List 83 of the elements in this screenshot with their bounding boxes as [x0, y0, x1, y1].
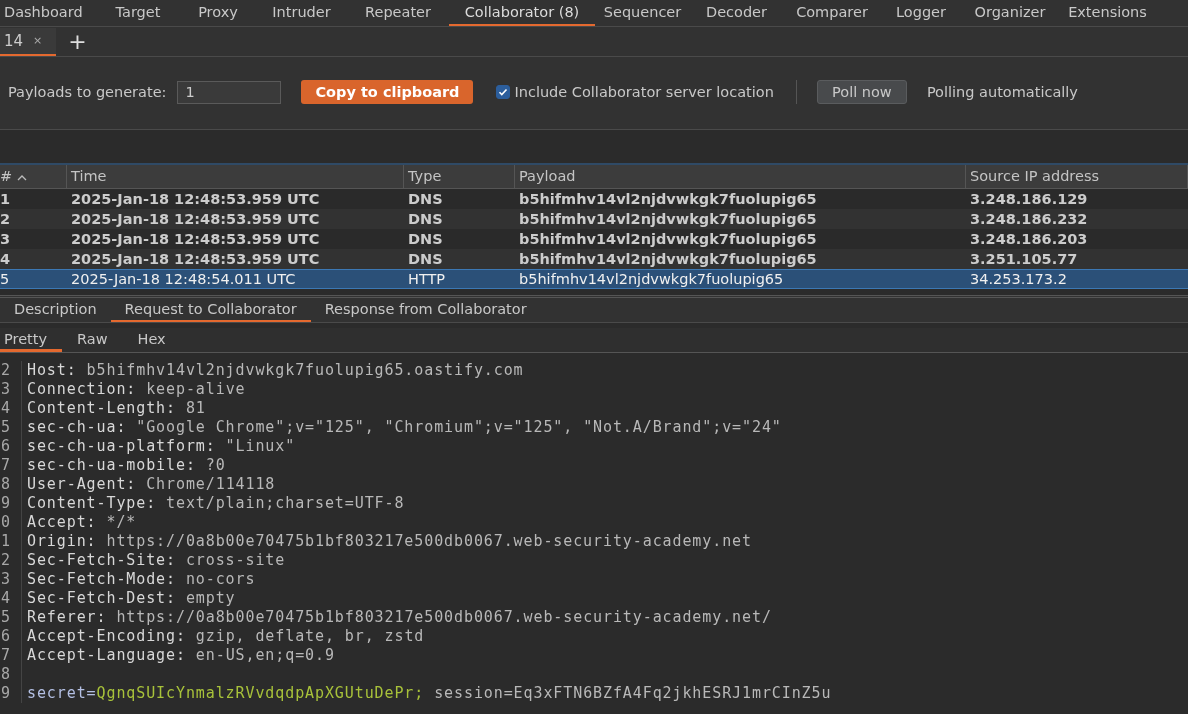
main-tab[interactable]: Target [96, 0, 180, 26]
copy-button[interactable]: Copy to clipboard [301, 80, 474, 104]
request-tab[interactable]: 14 × [0, 27, 57, 56]
view-tab[interactable]: Raw [62, 328, 123, 352]
code-line: Connection: keep-alive [27, 380, 246, 399]
code-line: Accept-Encoding: gzip, deflate, br, zstd [27, 627, 425, 646]
table-cell: 2025-Jan-18 12:48:53.959 UTC [67, 249, 404, 269]
code-line: User-Agent: Chrome/114118 [27, 475, 276, 494]
main-tab[interactable]: Extensions [1059, 0, 1156, 26]
code-line: sec-ch-ua: "Google Chrome";v="125", "Chromium";v="125", "Not.A/Brand";v="24" [27, 418, 782, 437]
line-number: 9 [0, 494, 22, 513]
checkbox-label: Include Collaborator server location [514, 84, 774, 100]
poll-button[interactable]: Poll now [816, 80, 907, 104]
code-line: secret=QgnqSUIcYnmalzRVvdqdpApXGUtuDePr; session=Eq3xFTN6BZfA4Fq2jkhESRJ1mrCInZ5u [27, 684, 832, 703]
code-line: Referer: https://0a8b00e70475b1bf803217e500db0067.web-security-academy.net/ [27, 608, 772, 627]
table-cell: b5hifmhv14vl2njdvwkgk7fuolupig65 [515, 269, 966, 289]
line-number: 5 [0, 418, 22, 437]
table-cell: 4 [0, 249, 67, 269]
line-number: 8 [0, 665, 22, 684]
check-icon [498, 87, 509, 97]
line-number: 4 [0, 589, 22, 608]
table-cell: DNS [404, 209, 515, 229]
table-cell: 2025-Jan-18 12:48:53.959 UTC [67, 209, 404, 229]
line-number: 0 [0, 513, 22, 532]
line-number: 6 [0, 437, 22, 456]
line-number: 7 [0, 646, 22, 665]
detail-tab[interactable]: Description [0, 298, 111, 322]
detail-tab[interactable]: Response from Collaborator [310, 298, 541, 322]
table-cell: DNS [404, 249, 515, 269]
main-tab[interactable]: Organizer [961, 0, 1059, 26]
main-tab[interactable]: Proxy [180, 0, 256, 26]
column-header[interactable]: Payload [515, 165, 966, 189]
code-line: sec-ch-ua-platform: "Linux" [27, 437, 296, 456]
line-number: 2 [0, 551, 22, 570]
column-header[interactable]: Type [404, 165, 515, 189]
code-line: Host: b5hifmhv14vl2njdvwkgk7fuolupig65.oastify.com [27, 361, 524, 380]
line-number: 3 [0, 380, 22, 399]
code-line: Sec-Fetch-Dest: empty [27, 589, 236, 608]
line-number: 5 [0, 608, 22, 627]
main-tab[interactable]: Decoder [690, 0, 783, 26]
line-number: 8 [0, 475, 22, 494]
payloads-label: Payloads to generate: [8, 84, 167, 100]
code-line: sec-ch-ua-mobile: ?0 [27, 456, 226, 475]
column-header[interactable]: Source IP address [966, 165, 1188, 189]
table-cell: HTTP [404, 269, 515, 289]
line-number: 1 [0, 532, 22, 551]
table-cell: 3.248.186.232 [966, 209, 1188, 229]
table-cell: 3.251.105.77 [966, 249, 1188, 269]
line-number: 3 [0, 570, 22, 589]
polling-status: Polling automatically [926, 84, 1078, 100]
column-header[interactable]: # [0, 165, 67, 189]
table-cell: b5hifmhv14vl2njdvwkgk7fuolupig65 [515, 209, 966, 229]
line-number: 4 [0, 399, 22, 418]
detail-tab[interactable]: Request to Collaborator [110, 298, 311, 322]
line-number: 6 [0, 627, 22, 646]
code-line: Accept: */* [27, 513, 137, 532]
table-cell: b5hifmhv14vl2njdvwkgk7fuolupig65 [515, 249, 966, 269]
code-line: Content-Type: text/plain;charset=UTF-8 [27, 494, 405, 513]
table-cell: 34.253.173.2 [966, 269, 1188, 289]
line-number: 7 [0, 456, 22, 475]
code-line: Accept-Language: en-US,en;q=0.9 [27, 646, 335, 665]
main-tab[interactable]: Repeater [347, 0, 449, 26]
main-tab[interactable]: Comparer [783, 0, 881, 26]
checkbox[interactable] [496, 85, 511, 99]
table-cell: 5 [0, 269, 67, 289]
column-header[interactable]: Time [67, 165, 404, 189]
payloads-field[interactable]: 1 [177, 80, 282, 104]
main-tab[interactable]: Logger [881, 0, 961, 26]
view-tab[interactable]: Pretty [0, 328, 62, 352]
main-tab[interactable]: Dashboard [0, 0, 96, 26]
table-cell: 2 [0, 209, 67, 229]
table-cell: 2025-Jan-18 12:48:54.011 UTC [67, 269, 404, 289]
code-line: Content-Length: 81 [27, 399, 206, 418]
main-tab[interactable]: Intruder [256, 0, 347, 26]
line-number: 2 [0, 361, 22, 380]
close-icon[interactable]: × [33, 34, 43, 47]
code-line: Sec-Fetch-Site: cross-site [27, 551, 286, 570]
line-number: 9 [0, 684, 22, 703]
code-line: Sec-Fetch-Mode: no-cors [27, 570, 256, 589]
add-tab-button[interactable]: + [68, 30, 87, 53]
main-tab[interactable]: Sequencer [595, 0, 690, 26]
code-line: Origin: https://0a8b00e70475b1bf803217e500db0067.web-security-academy.net [27, 532, 752, 551]
view-tab[interactable]: Hex [122, 328, 181, 352]
